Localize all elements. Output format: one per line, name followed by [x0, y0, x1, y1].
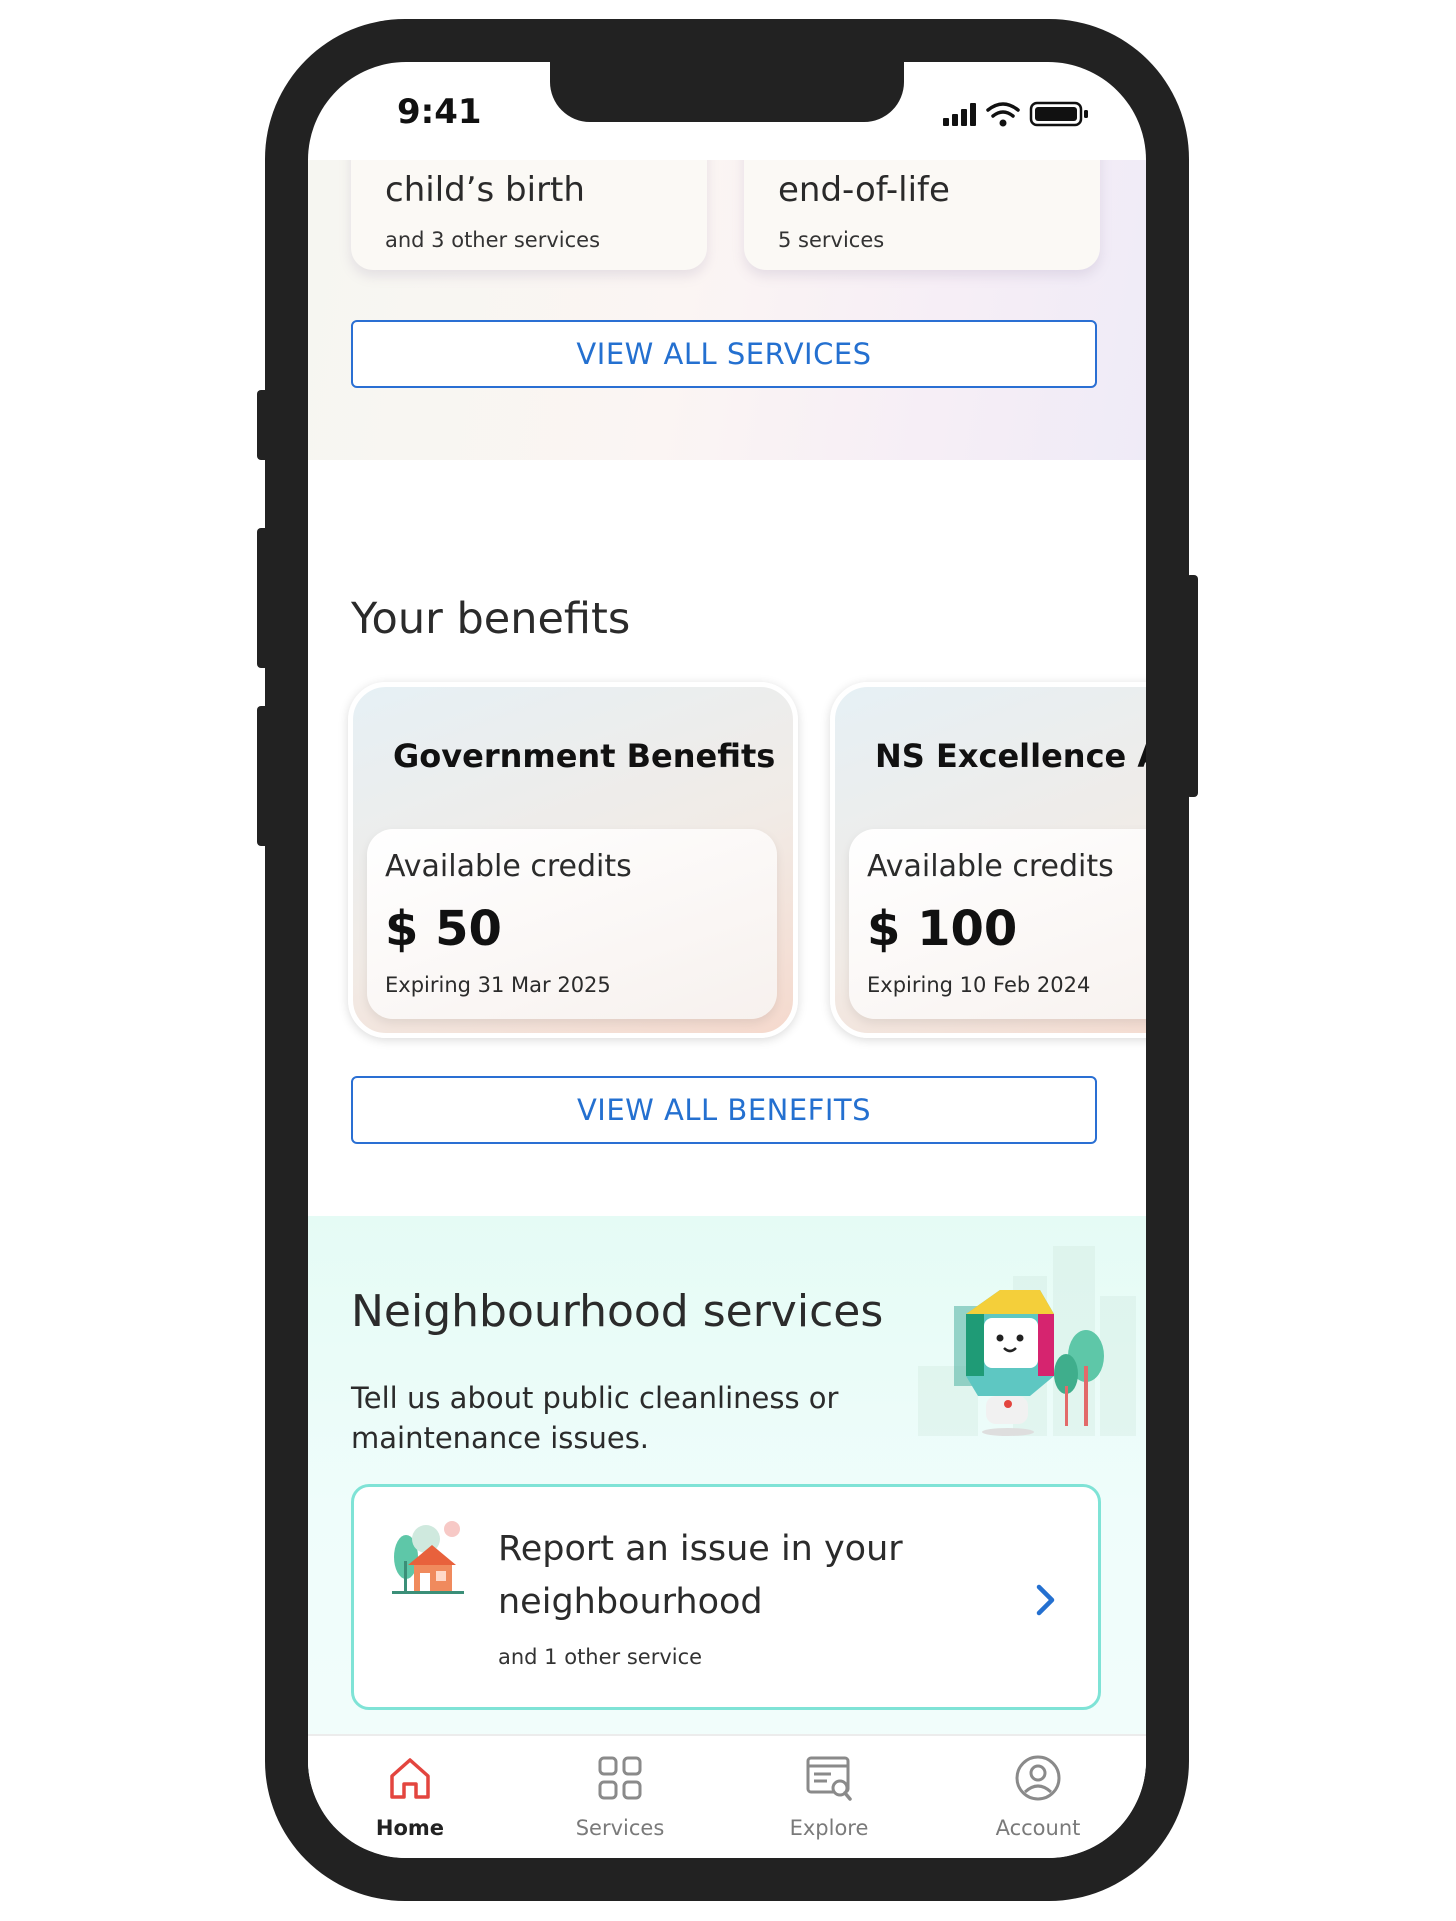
- tab-services[interactable]: Services: [540, 1736, 700, 1856]
- tab-account[interactable]: Account: [958, 1736, 1118, 1856]
- benefit-card-ns-excellence[interactable]: NS Excellence Award Available credits $ …: [830, 682, 1146, 1038]
- report-issue-card[interactable]: Report an issue in your neighbourhood an…: [351, 1484, 1101, 1710]
- tab-label: Account: [995, 1816, 1081, 1840]
- status-time: 9:41: [397, 92, 482, 132]
- report-card-title: Report an issue in your neighbourhood: [498, 1529, 903, 1622]
- neighbourhood-title: Neighbourhood services: [351, 1286, 884, 1337]
- home-icon: [390, 1758, 430, 1799]
- credits-expiry: Expiring 10 Feb 2024: [867, 973, 1091, 997]
- benefit-card-government[interactable]: Government Benefits Available credits $ …: [348, 682, 798, 1038]
- service-card-end-of-life[interactable]: end-of-life 5 services: [744, 160, 1100, 270]
- account-icon: [1015, 1755, 1061, 1801]
- bottom-tab-bar: Home Services Explore Account: [308, 1734, 1146, 1858]
- tab-label: Explore: [789, 1816, 869, 1840]
- tab-label: Services: [575, 1816, 665, 1840]
- power-button: [1186, 575, 1198, 797]
- signal-icon: [943, 103, 976, 126]
- service-card-subtitle: and 3 other services: [385, 228, 601, 252]
- volume-down-button: [257, 706, 269, 846]
- neighbourhood-description: Tell us about public cleanliness or main…: [351, 1381, 839, 1455]
- benefit-card-title: NS Excellence Award: [875, 737, 1146, 775]
- status-icons: [943, 101, 1088, 127]
- view-all-benefits-button[interactable]: VIEW ALL BENEFITS: [351, 1076, 1097, 1144]
- scroll-content[interactable]: child’s birth and 3 other services end-o…: [308, 160, 1146, 1800]
- tab-explore[interactable]: Explore: [749, 1736, 909, 1856]
- notch: [550, 62, 904, 122]
- phone-screen: child’s birth and 3 other services end-o…: [308, 62, 1146, 1858]
- credits-panel: Available credits $ 50 Expiring 31 Mar 2…: [367, 829, 777, 1019]
- service-card-subtitle: 5 services: [778, 228, 885, 252]
- grid-icon: [598, 1756, 642, 1800]
- report-card-subtitle: and 1 other service: [498, 1645, 703, 1669]
- credits-panel: Available credits $ 100 Expiring 10 Feb …: [849, 829, 1146, 1019]
- credits-amount: $ 100: [867, 901, 1018, 957]
- battery-icon: [1029, 101, 1088, 127]
- chevron-right-icon: [1036, 1584, 1055, 1616]
- mascot-illustration: [918, 1246, 1136, 1436]
- neighbourhood-section: Neighbourhood services Tell us about pub…: [308, 1216, 1146, 1800]
- silent-switch: [257, 390, 269, 460]
- service-card-childbirth[interactable]: child’s birth and 3 other services: [351, 160, 707, 270]
- explore-icon: [806, 1756, 852, 1801]
- service-card-title: child’s birth: [385, 170, 585, 210]
- service-card-title: end-of-life: [778, 170, 950, 210]
- volume-up-button: [257, 528, 269, 668]
- credits-amount: $ 50: [385, 901, 502, 957]
- credits-label: Available credits: [867, 849, 1114, 884]
- credits-label: Available credits: [385, 849, 632, 884]
- view-all-services-button[interactable]: VIEW ALL SERVICES: [351, 320, 1097, 388]
- benefits-title: Your benefits: [351, 594, 631, 644]
- benefit-card-title: Government Benefits: [393, 737, 776, 775]
- wifi-icon: [986, 102, 1020, 118]
- services-section: child’s birth and 3 other services end-o…: [308, 160, 1146, 460]
- tab-label: Home: [375, 1816, 445, 1840]
- tab-home[interactable]: Home: [330, 1736, 490, 1856]
- house-icon: [392, 1521, 464, 1594]
- credits-expiry: Expiring 31 Mar 2025: [385, 973, 611, 997]
